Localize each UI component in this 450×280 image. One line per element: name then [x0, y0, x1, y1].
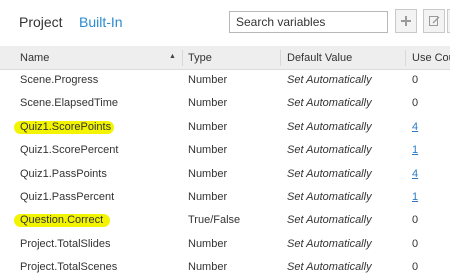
variable-name-cell: Scene.Progress: [20, 74, 99, 86]
use-count-cell: 0: [412, 214, 419, 227]
sort-ascending-icon: ▲: [169, 53, 176, 60]
use-count-cell[interactable]: 4: [412, 168, 418, 180]
column-divider[interactable]: [182, 50, 183, 66]
variable-name-cell: Scene.ElapsedTime: [20, 97, 119, 110]
variable-name-cell: Quiz1.PassPercent: [20, 191, 115, 203]
variable-name-cell: Question.Correct: [20, 214, 104, 227]
table-row[interactable]: Project.TotalScenes Number Set Automatical…: [0, 257, 450, 280]
variable-name-cell: Quiz1.ScorePercent: [20, 144, 119, 157]
table-row[interactable]: Quiz1.PassPercent Number Set Automatically…: [0, 187, 450, 210]
variable-type-cell: Number: [188, 191, 228, 203]
search-input[interactable]: [229, 11, 388, 33]
use-count-cell: 0: [412, 74, 419, 86]
table-header: Name ▲ Type Default Value Use Cou: [0, 46, 450, 70]
use-count-cell: 0: [412, 237, 419, 250]
table-row[interactable]: Scene.Progress Number Set Automatically 0: [0, 70, 450, 93]
default-value-cell: Set Automatically: [287, 237, 372, 250]
variable-type-cell: Number: [188, 237, 228, 250]
table-row[interactable]: Quiz1.ScorePercent Number Set Automaticall…: [0, 140, 450, 163]
default-value-cell: Set Automatically: [287, 97, 372, 110]
table-row[interactable]: Question.Correct True/False Set Automatica…: [0, 210, 450, 233]
default-value-cell: Set Automatically: [287, 167, 372, 180]
column-divider[interactable]: [280, 50, 281, 66]
top-bar: Project Built-In: [0, 0, 450, 42]
column-divider[interactable]: [405, 50, 406, 66]
plus-icon: [401, 16, 411, 26]
variable-type-cell: Number: [188, 120, 228, 133]
default-value-cell: Set Automatically: [287, 214, 372, 227]
variable-type-cell: Number: [188, 167, 228, 180]
column-header-default-value[interactable]: Default Value: [287, 52, 352, 64]
tab-project[interactable]: Project: [19, 14, 63, 30]
default-value-cell: Set Automatically: [287, 261, 372, 274]
default-value-cell: Set Automatically: [287, 74, 372, 86]
default-value-cell: Set Automatically: [287, 191, 372, 203]
use-count-cell: 0: [412, 97, 419, 110]
table-row[interactable]: Scene.ElapsedTime Number Set Automatically…: [0, 93, 450, 116]
variable-type-cell: Number: [188, 74, 228, 86]
column-header-name[interactable]: Name: [20, 52, 49, 64]
variable-type-cell: Number: [188, 144, 228, 157]
variable-name-cell: Project.TotalScenes: [20, 261, 118, 274]
use-count-cell[interactable]: 1: [412, 144, 418, 156]
column-header-use-count[interactable]: Use Cou: [412, 52, 450, 64]
edit-icon: [429, 16, 440, 26]
table-row[interactable]: Quiz1.PassPoints Number Set Automatically 4: [0, 164, 450, 187]
variable-name-cell: Quiz1.ScorePoints: [20, 120, 112, 133]
variable-name-cell: Project.TotalSlides: [20, 237, 111, 250]
tab-built-in[interactable]: Built-In: [79, 14, 123, 30]
default-value-cell: Set Automatically: [287, 120, 372, 133]
use-count-cell: 0: [412, 261, 419, 274]
add-variable-button[interactable]: [395, 9, 417, 33]
variable-type-cell: Number: [188, 97, 228, 110]
use-count-cell[interactable]: 1: [412, 191, 418, 203]
variable-type-cell: Number: [188, 261, 228, 274]
edit-variable-button[interactable]: [423, 9, 445, 33]
table-row[interactable]: Quiz1.ScorePoints Number Set Automatically…: [0, 117, 450, 140]
variable-name-cell: Quiz1.PassPoints: [20, 167, 107, 180]
use-count-cell[interactable]: 4: [412, 121, 418, 133]
table-row[interactable]: Project.TotalSlides Number Set Automatical…: [0, 234, 450, 257]
variable-type-cell: True/False: [188, 214, 241, 227]
default-value-cell: Set Automatically: [287, 144, 372, 157]
column-header-type[interactable]: Type: [188, 52, 212, 64]
